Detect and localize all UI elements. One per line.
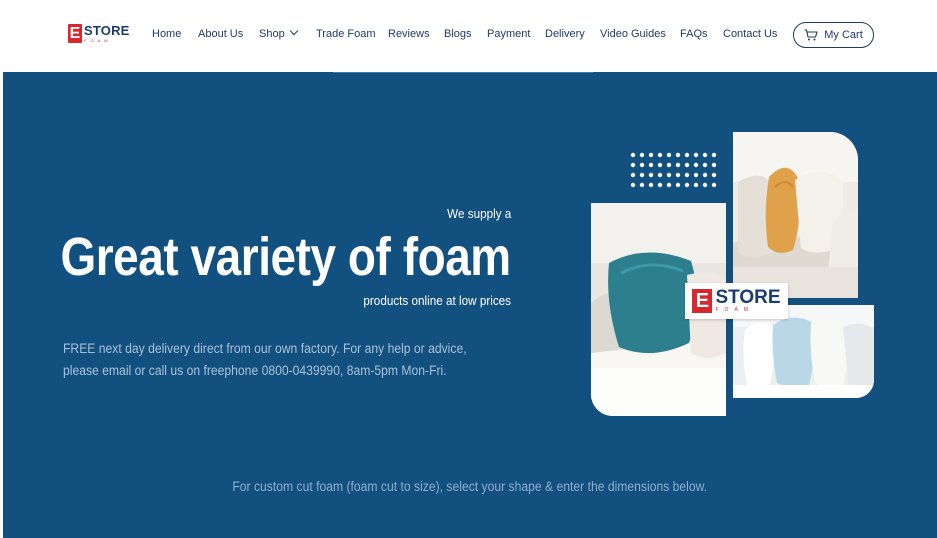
nav-home[interactable]: Home — [152, 28, 181, 40]
nav-shop-label: Shop — [259, 28, 285, 40]
site-header: E STORE FOAM Home About Us Shop Trade Fo… — [0, 0, 937, 72]
nav-shop[interactable]: Shop — [259, 26, 298, 40]
divider — [333, 72, 593, 73]
nav-about-us[interactable]: About Us — [198, 28, 243, 40]
store-logo[interactable]: E STORE FOAM — [68, 24, 130, 46]
my-cart-button[interactable]: My Cart — [793, 22, 874, 48]
cart-label: My Cart — [824, 29, 863, 41]
sofa-orange-cushion-photo — [733, 132, 858, 298]
nav-delivery[interactable]: Delivery — [545, 28, 585, 40]
brand-badge: E STORE FOAM — [685, 283, 788, 319]
hero-headline: Great variety of foam — [60, 227, 512, 287]
nav-payment[interactable]: Payment — [487, 28, 530, 40]
dot-pattern — [630, 152, 717, 188]
nav-reviews[interactable]: Reviews — [388, 28, 430, 40]
badge-logo-subtitle: FOAM — [715, 306, 754, 313]
shopping-cart-icon — [804, 29, 818, 41]
nav-faqs[interactable]: FAQs — [680, 28, 708, 40]
logo-name: STORE — [84, 23, 130, 38]
custom-cut-note: For custom cut foam (foam cut to size), … — [3, 479, 937, 494]
hero-kicker: We supply a — [446, 206, 511, 221]
hero-section: We supply a Great variety of foam produc… — [3, 72, 937, 538]
nav-video-guides[interactable]: Video Guides — [600, 28, 666, 40]
badge-logo-mark: E — [692, 289, 713, 313]
logo-subtitle: FOAM — [84, 38, 112, 43]
badge-logo-name: STORE — [715, 286, 781, 308]
custom-cut-text: For custom cut foam (foam cut to size), … — [232, 479, 708, 494]
nav-trade-foam[interactable]: Trade Foam — [316, 28, 376, 40]
chevron-down-icon — [289, 26, 298, 36]
nav-blogs[interactable]: Blogs — [444, 28, 472, 40]
nav-contact-us[interactable]: Contact Us — [723, 28, 777, 40]
logo-mark: E — [68, 24, 82, 43]
hero-description: FREE next day delivery direct from our o… — [63, 341, 467, 378]
hero-subline: products online at low prices — [363, 293, 511, 308]
